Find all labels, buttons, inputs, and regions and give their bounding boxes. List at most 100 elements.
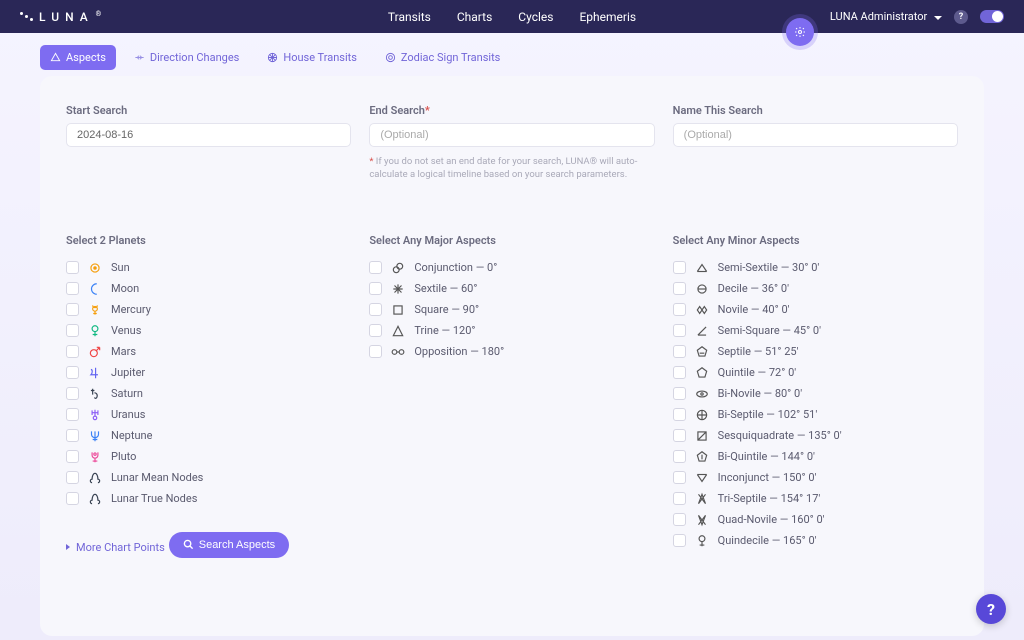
aspect-glyph-icon xyxy=(695,534,709,548)
minor-aspect-option: Novile — 40° 0' xyxy=(673,303,958,317)
checkbox[interactable] xyxy=(673,345,686,358)
end-search-input[interactable] xyxy=(369,123,654,147)
house-icon xyxy=(267,52,278,63)
checkbox[interactable] xyxy=(673,387,686,400)
settings-fab[interactable] xyxy=(786,18,814,46)
aspect-label: Opposition — 180° xyxy=(414,345,504,358)
tab-label: Aspects xyxy=(66,51,106,64)
aspect-glyph-icon xyxy=(695,492,709,506)
search-aspects-button[interactable]: Search Aspects xyxy=(169,532,289,558)
theme-toggle[interactable] xyxy=(980,10,1004,23)
planet-option: Neptune xyxy=(66,429,351,443)
checkbox[interactable] xyxy=(66,324,79,337)
aspect-glyph-icon xyxy=(695,345,709,359)
app-header: LUNA ® Transits Charts Cycles Ephemeris … xyxy=(0,0,1024,33)
search-type-tabs: Aspects Direction Changes House Transits… xyxy=(0,33,1024,70)
help-icon[interactable]: ? xyxy=(954,10,968,24)
zodiac-icon xyxy=(385,52,396,63)
direction-icon xyxy=(134,52,145,63)
planet-glyph-icon xyxy=(88,345,102,359)
checkbox[interactable] xyxy=(66,366,79,379)
minor-aspect-option: Inconjunct — 150° 0' xyxy=(673,471,958,485)
checkbox[interactable] xyxy=(369,324,382,337)
checkbox[interactable] xyxy=(673,324,686,337)
minor-aspect-option: Semi-Square — 45° 0' xyxy=(673,324,958,338)
tab-aspects[interactable]: Aspects xyxy=(40,45,116,70)
help-fab[interactable]: ? xyxy=(976,594,1006,624)
checkbox[interactable] xyxy=(673,429,686,442)
checkbox[interactable] xyxy=(66,492,79,505)
checkbox[interactable] xyxy=(673,450,686,463)
tab-house-transits[interactable]: House Transits xyxy=(257,45,367,70)
aspect-glyph-icon xyxy=(391,282,405,296)
end-search-label: End Search* xyxy=(369,104,654,117)
user-menu[interactable]: LUNA Administrator xyxy=(830,10,942,23)
caret-down-icon xyxy=(934,16,942,20)
checkbox[interactable] xyxy=(66,303,79,316)
checkbox[interactable] xyxy=(369,282,382,295)
nav-ephemeris[interactable]: Ephemeris xyxy=(579,10,636,24)
planet-glyph-icon xyxy=(88,324,102,338)
aspect-label: Bi-Quintile — 144° 0' xyxy=(718,450,815,463)
aspect-label: Decile — 36° 0' xyxy=(718,282,789,295)
checkbox[interactable] xyxy=(369,303,382,316)
planet-option: Mars xyxy=(66,345,351,359)
minor-aspect-list: Semi-Sextile — 30° 0' Decile — 36° 0' Novi… xyxy=(673,261,958,548)
planet-option: Pluto xyxy=(66,450,351,464)
tab-direction-changes[interactable]: Direction Changes xyxy=(124,45,249,70)
aspect-glyph-icon xyxy=(391,303,405,317)
minor-aspect-option: Sesquiquadrate — 135° 0' xyxy=(673,429,958,443)
checkbox[interactable] xyxy=(673,282,686,295)
checkbox[interactable] xyxy=(369,345,382,358)
planet-glyph-icon xyxy=(88,282,102,296)
tab-zodiac-transits[interactable]: Zodiac Sign Transits xyxy=(375,45,510,70)
nav-transits[interactable]: Transits xyxy=(388,10,431,24)
planet-option: Moon xyxy=(66,282,351,296)
aspect-label: Square — 90° xyxy=(414,303,479,316)
aspect-glyph-icon xyxy=(695,429,709,443)
major-aspect-option: Square — 90° xyxy=(369,303,654,317)
aspect-label: Novile — 40° 0' xyxy=(718,303,790,316)
planet-glyph-icon xyxy=(88,387,102,401)
start-search-input[interactable] xyxy=(66,123,351,147)
aspect-glyph-icon xyxy=(695,513,709,527)
search-button-label: Search Aspects xyxy=(199,539,275,551)
checkbox[interactable] xyxy=(673,471,686,484)
aspect-glyph-icon xyxy=(695,408,709,422)
checkbox[interactable] xyxy=(66,387,79,400)
aspect-label: Semi-Sextile — 30° 0' xyxy=(718,261,820,274)
nav-charts[interactable]: Charts xyxy=(457,10,492,24)
checkbox[interactable] xyxy=(673,408,686,421)
aspect-label: Sextile — 60° xyxy=(414,282,477,295)
checkbox[interactable] xyxy=(66,429,79,442)
checkbox[interactable] xyxy=(66,408,79,421)
name-search-input[interactable] xyxy=(673,123,958,147)
major-aspect-option: Sextile — 60° xyxy=(369,282,654,296)
checkbox[interactable] xyxy=(673,303,686,316)
nav-cycles[interactable]: Cycles xyxy=(518,10,553,24)
checkbox[interactable] xyxy=(673,513,686,526)
checkbox[interactable] xyxy=(66,282,79,295)
checkbox[interactable] xyxy=(673,261,686,274)
major-aspect-option: Opposition — 180° xyxy=(369,345,654,359)
planet-name: Sun xyxy=(111,261,130,274)
checkbox[interactable] xyxy=(673,366,686,379)
planet-option: Saturn xyxy=(66,387,351,401)
aspect-glyph-icon xyxy=(391,261,405,275)
aspect-label: Quindecile — 165° 0' xyxy=(718,534,817,547)
brand-text: LUNA xyxy=(39,10,94,24)
planets-title: Select 2 Planets xyxy=(66,234,351,247)
aspect-label: Semi-Square — 45° 0' xyxy=(718,324,821,337)
checkbox[interactable] xyxy=(66,261,79,274)
checkbox[interactable] xyxy=(673,492,686,505)
checkbox[interactable] xyxy=(66,345,79,358)
checkbox[interactable] xyxy=(369,261,382,274)
checkbox[interactable] xyxy=(66,450,79,463)
minor-aspect-option: Quindecile — 165° 0' xyxy=(673,534,958,548)
checkbox[interactable] xyxy=(66,471,79,484)
more-chart-points[interactable]: More Chart Points xyxy=(66,541,165,554)
major-aspect-list: Conjunction — 0°Sextile — 60°Square — 90… xyxy=(369,261,654,359)
checkbox[interactable] xyxy=(673,534,686,547)
planet-name: Jupiter xyxy=(111,366,145,379)
aspect-glyph-icon xyxy=(695,324,709,338)
